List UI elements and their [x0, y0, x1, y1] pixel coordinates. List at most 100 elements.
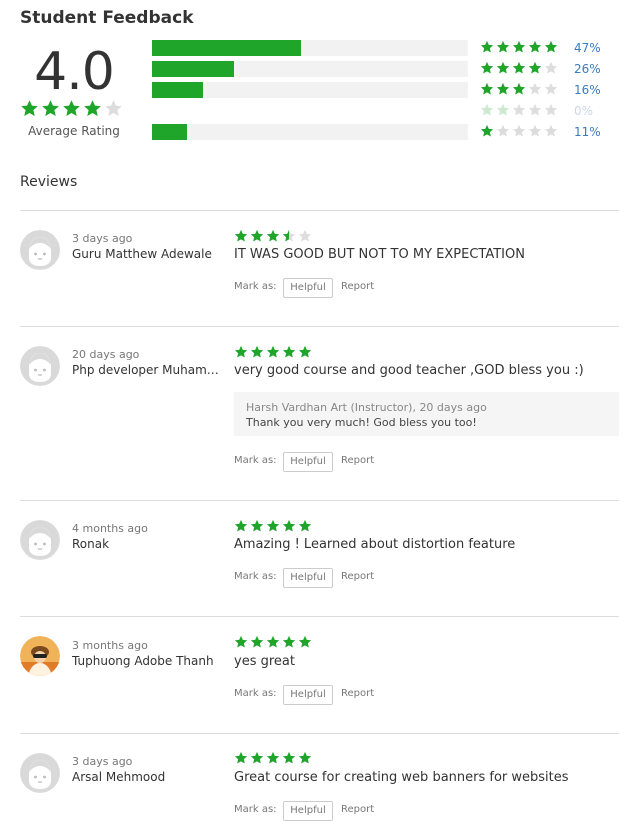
divider	[20, 210, 619, 211]
review-stars	[234, 751, 312, 765]
star-icon	[480, 124, 494, 137]
star-icon	[250, 229, 264, 242]
report-link[interactable]: Report	[341, 455, 374, 466]
helpful-button[interactable]: Helpful	[283, 568, 333, 588]
reply-meta: Harsh Vardhan Art (Instructor), 20 days …	[246, 401, 487, 414]
rating-row-stars	[480, 103, 558, 117]
star-icon	[480, 61, 494, 74]
star-icon	[528, 61, 542, 74]
avatar	[20, 520, 60, 560]
mark-as-label: Mark as:	[234, 571, 277, 582]
report-link[interactable]: Report	[341, 571, 374, 582]
review-time: 20 days ago	[72, 348, 140, 361]
star-icon	[480, 82, 494, 95]
review-stars	[234, 635, 312, 649]
helpful-button[interactable]: Helpful	[283, 278, 333, 298]
star-icon	[234, 751, 248, 764]
reviewer-name: Arsal Mehmood	[72, 770, 166, 784]
star-icon	[496, 40, 510, 53]
star-icon	[234, 345, 248, 358]
rating-row-5[interactable]: 47%	[152, 40, 602, 56]
review-time: 3 months ago	[72, 639, 148, 652]
average-rating-stars	[20, 99, 123, 122]
rating-bar-fill	[152, 82, 203, 98]
mark-as-label: Mark as:	[234, 281, 277, 292]
star-icon	[528, 124, 542, 137]
helpful-button[interactable]: Helpful	[283, 452, 333, 472]
rating-row-percent[interactable]: 16%	[574, 83, 601, 97]
rating-row-percent[interactable]: 26%	[574, 62, 601, 76]
rating-row-percent[interactable]: 47%	[574, 41, 601, 55]
review-text: very good course and good teacher ,GOD b…	[234, 363, 584, 378]
star-icon	[528, 40, 542, 53]
star-icon	[512, 82, 526, 95]
reviewer-name: Ronak	[72, 537, 110, 551]
reviews-heading: Reviews	[20, 174, 78, 190]
star-icon	[266, 519, 280, 532]
rating-row-percent: 0%	[574, 104, 594, 118]
rating-row-3[interactable]: 16%	[152, 82, 602, 98]
star-icon	[544, 103, 558, 116]
rating-row-stars	[480, 124, 558, 138]
star-icon	[234, 519, 248, 532]
review-time: 3 days ago	[72, 755, 133, 768]
star-icon	[298, 519, 312, 532]
star-icon	[84, 100, 101, 117]
rating-row-1[interactable]: 11%	[152, 124, 602, 140]
review-text: Great course for creating web banners fo…	[234, 770, 569, 785]
star-icon	[544, 124, 558, 137]
default-avatar-icon	[20, 230, 60, 270]
review-stars	[234, 519, 312, 533]
rating-row-percent[interactable]: 11%	[574, 125, 601, 139]
default-avatar-icon	[20, 520, 60, 560]
report-link[interactable]: Report	[341, 688, 374, 699]
star-icon	[512, 124, 526, 137]
star-icon	[544, 61, 558, 74]
star-icon	[234, 229, 248, 242]
divider	[20, 733, 619, 734]
star-icon	[250, 345, 264, 358]
divider	[20, 326, 619, 327]
report-link[interactable]: Report	[341, 804, 374, 815]
rating-bar-track	[152, 103, 468, 119]
star-icon	[282, 635, 296, 648]
rating-bar-track	[152, 124, 468, 140]
helpful-button[interactable]: Helpful	[283, 801, 333, 821]
review-stars	[234, 345, 312, 359]
star-icon	[282, 751, 296, 764]
reviewer-name: Guru Matthew Adewale	[72, 247, 212, 261]
star-icon	[512, 103, 526, 116]
star-icon	[105, 100, 122, 117]
star-icon	[282, 345, 296, 358]
review-time: 4 months ago	[72, 522, 148, 535]
reply-text: Thank you very much! God bless you too!	[246, 416, 477, 429]
star-icon	[512, 61, 526, 74]
rating-row-2: 0%	[152, 103, 602, 119]
avatar	[20, 346, 60, 386]
star-icon	[496, 124, 510, 137]
helpful-button[interactable]: Helpful	[283, 685, 333, 705]
star-icon	[282, 519, 296, 532]
page-title: Student Feedback	[20, 8, 194, 28]
rating-bar-track	[152, 82, 468, 98]
star-icon	[298, 635, 312, 648]
star-icon	[480, 103, 494, 116]
star-icon	[496, 61, 510, 74]
star-icon	[250, 519, 264, 532]
rating-bar-fill	[152, 40, 301, 56]
default-avatar-icon	[20, 753, 60, 793]
star-icon	[528, 82, 542, 95]
report-link[interactable]: Report	[341, 281, 374, 292]
rating-row-4[interactable]: 26%	[152, 61, 602, 77]
instructor-reply: Harsh Vardhan Art (Instructor), 20 days …	[234, 392, 619, 436]
rating-bar-track	[152, 40, 468, 56]
avatar	[20, 230, 60, 270]
mark-as-label: Mark as:	[234, 455, 277, 466]
star-icon	[250, 751, 264, 764]
avatar	[20, 636, 60, 676]
star-icon	[266, 635, 280, 648]
star-icon	[266, 751, 280, 764]
star-icon	[42, 100, 59, 117]
avatar	[20, 753, 60, 793]
star-icon	[266, 229, 280, 242]
